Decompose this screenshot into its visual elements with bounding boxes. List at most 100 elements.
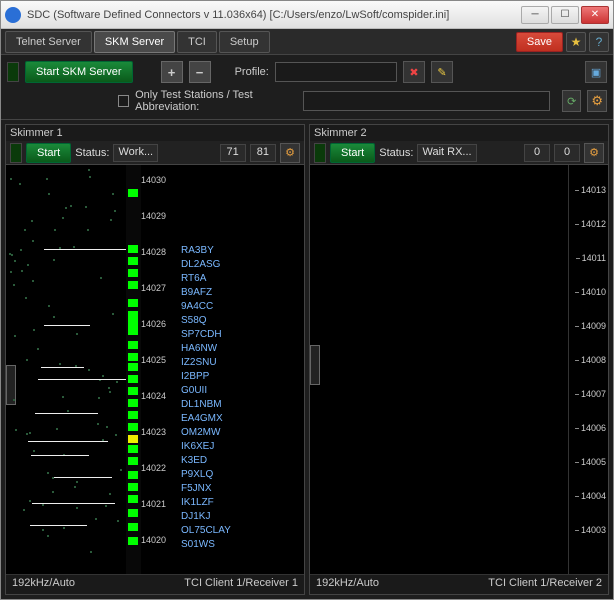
skimmer1-display[interactable]: 1403014029140281402714026140251402414023… — [6, 165, 304, 574]
callsign: EA4GMX — [181, 413, 223, 424]
minimize-button[interactable]: ─ — [521, 6, 549, 24]
profile-dropdown[interactable] — [275, 62, 397, 82]
tab-telnet-server[interactable]: Telnet Server — [5, 31, 92, 53]
app-icon — [5, 7, 21, 23]
callsign: OL75CLAY — [181, 525, 231, 536]
freq-tick: 14004 — [581, 491, 606, 501]
signal-marker — [128, 257, 138, 265]
signal-marker — [128, 387, 138, 395]
signal-marker — [128, 495, 138, 503]
callsign: DL2ASG — [181, 259, 220, 270]
callsign: B9AFZ — [181, 287, 212, 298]
titlebar: SDC (Software Defined Connectors v 11.03… — [1, 1, 613, 29]
close-button[interactable]: ✕ — [581, 6, 609, 24]
callsign: RT6A — [181, 273, 206, 284]
profile-label: Profile: — [235, 66, 269, 78]
signal-marker — [128, 411, 138, 419]
skimmer2-status-label: Status: — [379, 147, 413, 159]
edit-profile-icon[interactable]: ✎ — [431, 61, 453, 83]
skimmer1-start-button[interactable]: Start — [26, 143, 71, 163]
tab-skm-server[interactable]: SKM Server — [94, 31, 175, 53]
skimmer1-count2: 81 — [250, 144, 276, 162]
toolbar: Start SKM Server + − Profile: ✖ ✎ ▣ Only… — [1, 55, 613, 120]
signal-marker — [128, 457, 138, 465]
skimmer1-count1: 71 — [220, 144, 246, 162]
tab-tci[interactable]: TCI — [177, 31, 217, 53]
freq-tick: 14021 — [141, 499, 166, 509]
signal-marker — [128, 189, 138, 197]
callsign: RA3BY — [181, 245, 214, 256]
settings-icon[interactable]: ⚙ — [587, 90, 607, 112]
skimmer2-count2: 0 — [554, 144, 580, 162]
freq-tick: 14026 — [141, 319, 166, 329]
signal-marker — [128, 363, 138, 371]
start-skm-button[interactable]: Start SKM Server — [25, 61, 133, 83]
signal-marker — [128, 353, 138, 361]
callsign: IK6XEJ — [181, 441, 214, 452]
window-title: SDC (Software Defined Connectors v 11.03… — [27, 9, 521, 21]
signal-marker — [128, 327, 138, 335]
skimmer2-led — [314, 143, 326, 163]
signal-marker — [128, 269, 138, 277]
callsign: F5JNX — [181, 483, 212, 494]
help-icon[interactable]: ? — [589, 32, 609, 52]
freq-tick: 14013 — [581, 185, 606, 195]
maximize-button[interactable]: ☐ — [551, 6, 579, 24]
callsign: S58Q — [181, 315, 207, 326]
test-stations-label: Only Test Stations / Test Abbreviation: — [135, 89, 297, 113]
add-button[interactable]: + — [161, 61, 183, 83]
callsign: OM2MW — [181, 427, 220, 438]
freq-tick: 14029 — [141, 211, 166, 221]
star-icon[interactable]: ★ — [566, 32, 586, 52]
skimmer1-status: Work... — [113, 144, 158, 162]
delete-profile-icon[interactable]: ✖ — [403, 61, 425, 83]
freq-tick: 14012 — [581, 219, 606, 229]
save-button[interactable]: Save — [516, 32, 563, 52]
signal-marker — [128, 423, 138, 431]
callsign: IZ2SNU — [181, 357, 217, 368]
callsign: P9XLQ — [181, 469, 213, 480]
freq-tick: 14008 — [581, 355, 606, 365]
signal-marker — [128, 537, 138, 545]
freq-tick: 14003 — [581, 525, 606, 535]
callsign: K3ED — [181, 455, 207, 466]
freq-tick: 14030 — [141, 175, 166, 185]
skimmer2-start-button[interactable]: Start — [330, 143, 375, 163]
tab-setup[interactable]: Setup — [219, 31, 270, 53]
signal-marker — [128, 509, 138, 517]
freq-tick: 14011 — [582, 253, 606, 263]
callsign: I2BPP — [181, 371, 209, 382]
skimmer2-status: Wait RX... — [417, 144, 476, 162]
signal-marker — [128, 245, 138, 253]
skimmer2-display[interactable]: 1401314012140111401014009140081400714006… — [310, 165, 608, 574]
signal-marker — [128, 435, 138, 443]
freq-tick: 14027 — [141, 283, 166, 293]
freq-tick: 14010 — [581, 287, 606, 297]
signal-marker — [128, 319, 138, 327]
callsign: HA6NW — [181, 343, 217, 354]
test-stations-checkbox[interactable] — [118, 95, 129, 107]
skimmer2-gear-icon[interactable]: ⚙ — [584, 143, 604, 163]
skimmer1-footer-right: TCI Client 1/Receiver 1 — [184, 577, 298, 592]
callsign: IK1LZF — [181, 497, 214, 508]
callsign: 9A4CC — [181, 301, 213, 312]
skimmer1-gear-icon[interactable]: ⚙ — [280, 143, 300, 163]
callsign: G0UII — [181, 385, 207, 396]
signal-marker — [128, 281, 138, 289]
skimmer1-footer-left: 192kHz/Auto — [12, 577, 75, 592]
refresh-icon[interactable]: ⟳ — [562, 90, 582, 112]
tabs-row: Telnet Server SKM Server TCI Setup Save … — [1, 29, 613, 55]
freq-tick: 14028 — [141, 247, 166, 257]
image-icon[interactable]: ▣ — [585, 61, 607, 83]
freq-tick: 14020 — [141, 535, 166, 545]
freq-tick: 14023 — [141, 427, 166, 437]
signal-marker — [128, 311, 138, 319]
skimmer1-status-label: Status: — [75, 147, 109, 159]
remove-button[interactable]: − — [189, 61, 211, 83]
skimmer-1: Skimmer 1 Start Status: Work... 71 81 ⚙ — [5, 124, 305, 595]
freq-tick: 14006 — [581, 423, 606, 433]
skimmer2-count1: 0 — [524, 144, 550, 162]
skimmer2-footer-right: TCI Client 1/Receiver 2 — [488, 577, 602, 592]
test-abbrev-input[interactable] — [303, 91, 550, 111]
skimmer2-handle[interactable] — [310, 345, 320, 385]
